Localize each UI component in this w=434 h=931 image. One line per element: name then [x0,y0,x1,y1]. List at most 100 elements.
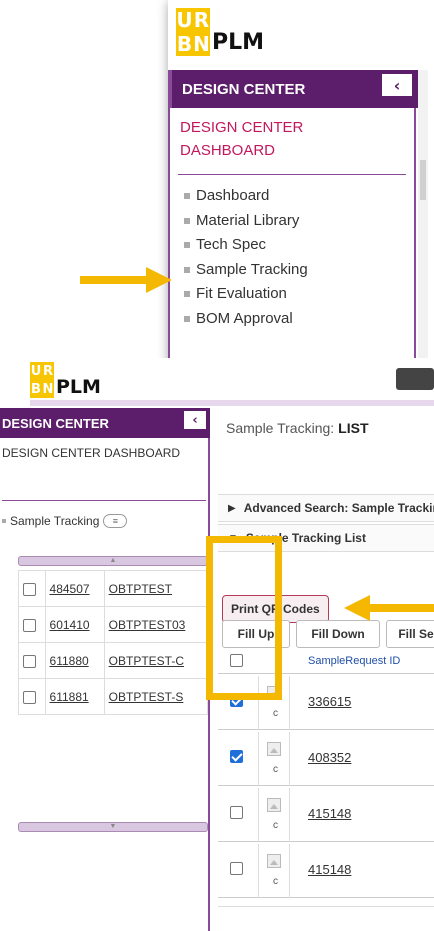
sidebar-scrollbar[interactable] [418,70,428,370]
row-checkbox-cell [18,606,46,643]
sidebar-divider [2,500,206,501]
sample-request-id-link[interactable]: 336615 [308,694,351,709]
table-row: 484507 OBTPTEST [18,570,209,607]
plm-logo-text: PLM [212,29,265,55]
row-checkbox-cell [18,570,46,607]
record-id-cell: 484507 [44,570,105,607]
bullet-icon [2,519,6,523]
sidebar-item-material-library[interactable]: Material Library [184,209,308,234]
sample-request-id-link[interactable]: 415148 [308,806,351,821]
image-placeholder-icon [267,854,281,868]
record-id-cell: 601410 [44,606,105,643]
sample-request-id-link[interactable]: 408352 [308,750,351,765]
sidebar-item-tech-spec[interactable]: Tech Spec [184,233,308,258]
record-name-link[interactable]: OBTPTEST-C [109,654,184,668]
urbn-logo-mark: U R B N [176,8,210,56]
row-checkbox-cell [18,678,46,715]
record-name-link[interactable]: OBTPTEST-S [109,690,184,704]
table-row: 601410 OBTPTEST03 [18,606,209,643]
urbn-logo-mark: U R B N [30,362,54,398]
column-header-samplerequest-id[interactable]: SampleRequest ID [308,655,400,667]
sidebar-scroll-down-bar[interactable]: ▼ [18,822,208,832]
sidebar-item-sample-tracking[interactable]: Sample Tracking ≡ [2,514,128,528]
record-id-link[interactable]: 611881 [50,690,89,704]
sidebar-item-label: Sample Tracking [10,514,100,528]
record-name-cell: OBTPTEST [103,570,209,607]
sample-request-id-link[interactable]: 415148 [308,862,351,877]
advanced-search-toggle[interactable]: ▶ Advanced Search: Sample Tracking [218,494,434,522]
annotation-arrow-right-icon [80,267,172,293]
design-center-header: DESIGN CENTER [0,408,210,438]
bullet-icon [184,291,190,298]
triangle-right-icon: ▶ [228,502,236,514]
sidebar-item-label: Sample Tracking [196,260,308,278]
row-checkbox[interactable] [23,618,36,632]
logo-letter: N [193,32,210,56]
urbn-plm-logo: U R B N PLM [30,362,101,398]
logo-letter: B [30,380,42,398]
page-title: Sample Tracking: LIST [226,420,369,436]
bullet-icon [184,217,190,224]
image-placeholder-icon [267,798,281,812]
design-center-menu-panel: U R B N PLM DESIGN CENTER ‹ DESIGN CENTE… [168,0,434,385]
row-checkbox[interactable] [23,654,36,668]
header-strip [30,400,434,406]
checkbox-highlight-box [206,536,282,700]
bullet-icon [184,193,190,200]
sidebar-item-fit-evaluation[interactable]: Fit Evaluation [184,282,308,307]
section-label: Advanced Search: Sample Tracking [243,501,434,515]
row-marker: c [273,820,278,831]
design-center-header: DESIGN CENTER [168,70,418,108]
sidebar-item-bom-approval[interactable]: BOM Approval [184,307,308,332]
sidebar-item-dashboard[interactable]: Dashboard [184,184,308,209]
grid-footer-divider [218,906,434,907]
fill-selected-button[interactable]: Fill Se [386,620,434,648]
sidebar-menu: Dashboard Material Library Tech Spec Sam… [184,184,308,331]
row-checkbox[interactable] [23,582,36,596]
sidebar-item-sample-tracking[interactable]: Sample Tracking [184,258,308,283]
table-row: c 408352 [218,732,434,786]
table-row: 611881 OBTPTEST-S [18,678,209,715]
sidebar-item-label: Material Library [196,211,300,229]
sidebar-item-label: Tech Spec [196,236,267,253]
row-marker: c [273,876,278,887]
table-row: 611880 OBTPTEST-C [18,642,209,679]
list-view-icon[interactable]: ≡ [103,514,128,528]
record-name-cell: OBTPTEST03 [103,606,209,643]
table-row: c 415148 [218,788,434,842]
row-checkbox-cell [18,642,46,679]
record-name-cell: OBTPTEST-S [103,678,209,715]
logo-letter: B [176,32,193,56]
page-title-label: Sample Tracking: [226,420,335,436]
row-checkbox[interactable] [230,750,243,763]
record-name-link[interactable]: OBTPTEST03 [109,618,186,632]
logo-letter: R [193,8,210,32]
bullet-icon [184,242,190,249]
thumbnail-cell: c [258,788,290,842]
record-id-cell: 611880 [44,642,105,679]
design-center-dashboard-link[interactable]: DESIGN CENTER DASHBOARD [2,444,192,462]
logo-letter: N [42,380,54,398]
sidebar-record-table: 484507 OBTPTEST 601410 OBTPTEST03 611880… [18,570,209,715]
record-id-cell: 611881 [44,678,105,715]
record-id-link[interactable]: 484507 [50,582,90,596]
row-checkbox[interactable] [230,806,243,819]
sidebar-scrollbar-thumb[interactable] [420,160,426,200]
record-id-link[interactable]: 601410 [50,618,90,632]
collapse-sidebar-button[interactable]: ‹ [184,411,206,429]
fill-down-button[interactable]: Fill Down [296,620,380,648]
page-mode: LIST [338,420,369,436]
collapse-sidebar-button[interactable]: ‹ [382,74,412,96]
record-name-link[interactable]: OBTPTEST [109,582,172,596]
sidebar-divider [178,174,406,175]
row-checkbox[interactable] [23,690,36,704]
window-control[interactable] [396,368,434,390]
sidebar-item-label: Dashboard [196,187,270,204]
sidebar-item-label: BOM Approval [196,309,293,327]
record-id-link[interactable]: 611880 [50,654,89,668]
urbn-plm-logo: U R B N PLM [176,8,264,56]
row-checkbox[interactable] [230,862,243,875]
sidebar-scroll-up-bar[interactable]: ▲ [18,556,208,566]
design-center-dashboard-link[interactable]: DESIGN CENTER DASHBOARD [180,116,380,162]
record-name-cell: OBTPTEST-C [103,642,209,679]
